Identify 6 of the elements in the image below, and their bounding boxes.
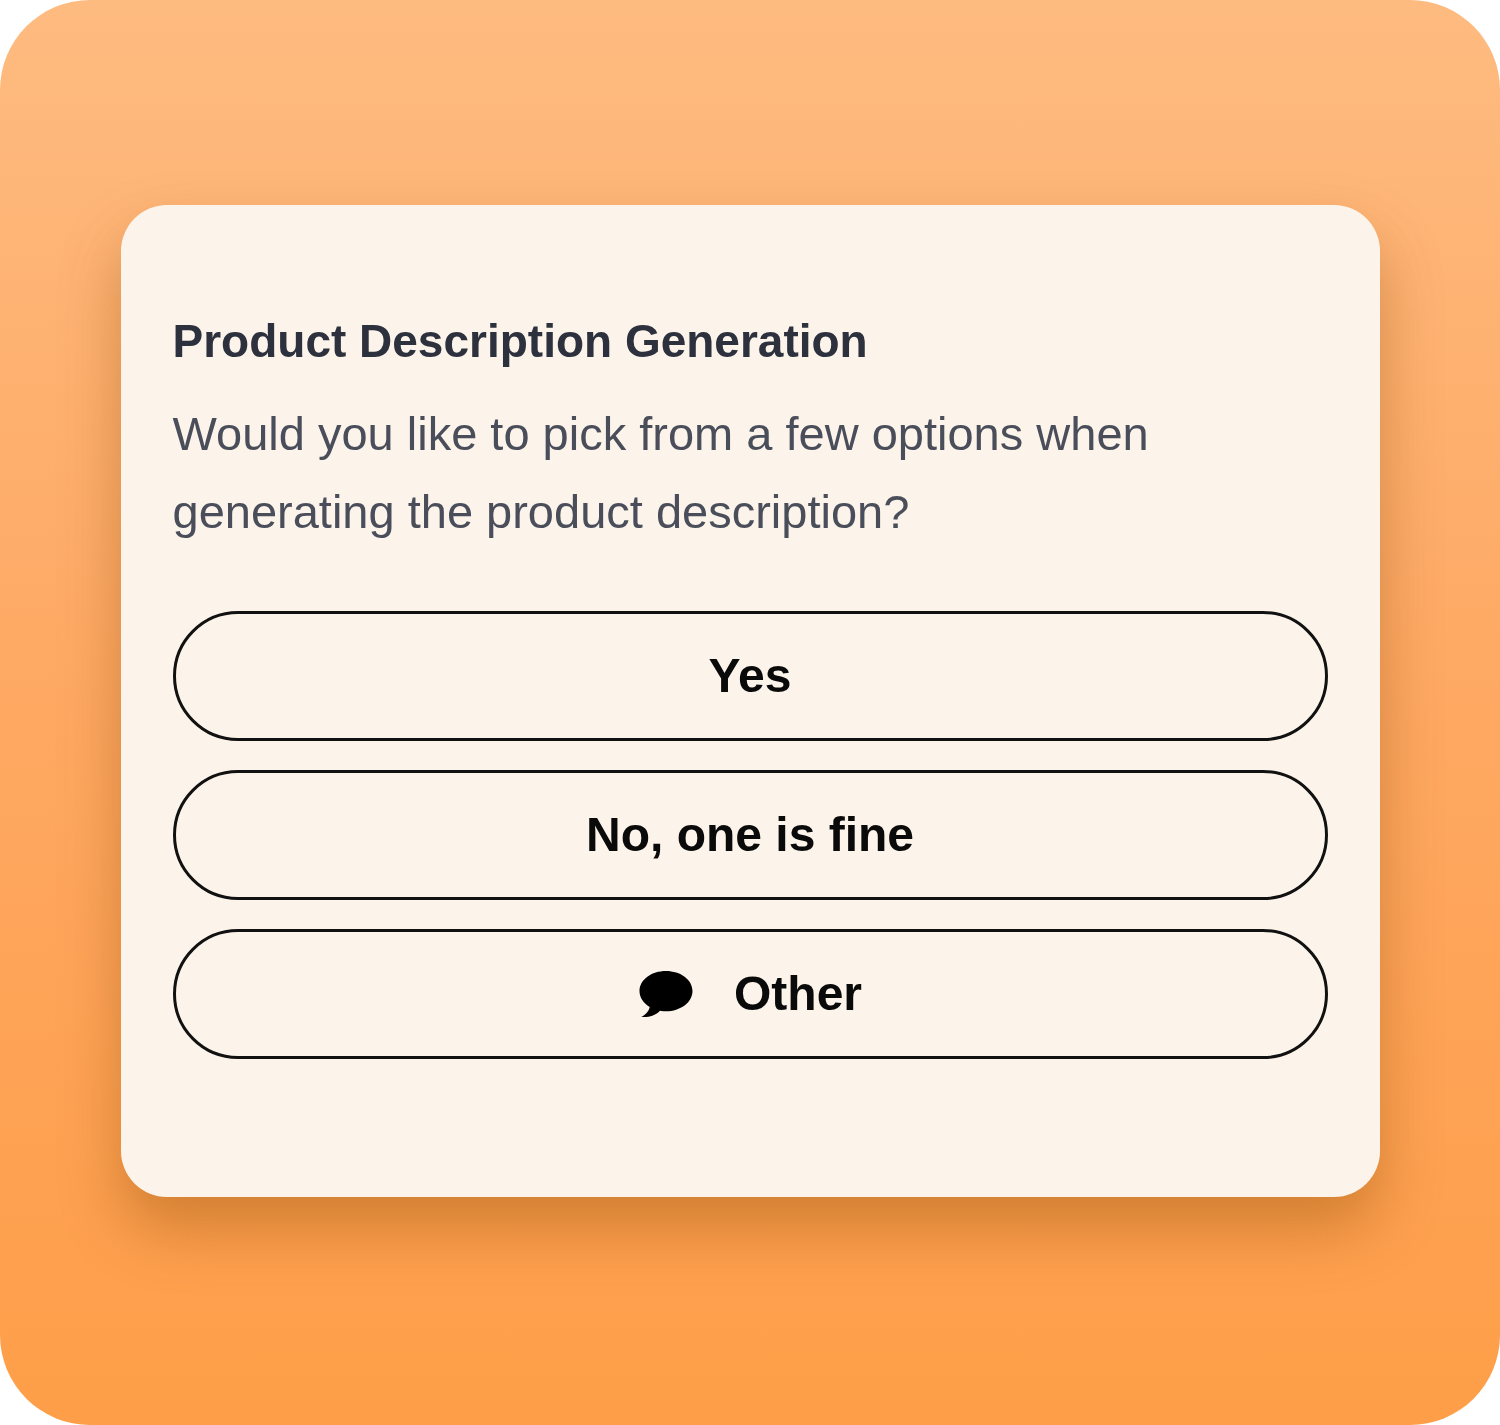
speech-bubble-icon (638, 970, 694, 1018)
other-option-button[interactable]: Other (172, 929, 1328, 1059)
question-text: Would you like to pick from a few options when generating the product description? (172, 406, 1150, 540)
card-title: Product Description Generation (172, 314, 869, 369)
option-button[interactable]: No, one is fine (172, 770, 1328, 900)
option-button[interactable]: Yes (172, 611, 1328, 741)
